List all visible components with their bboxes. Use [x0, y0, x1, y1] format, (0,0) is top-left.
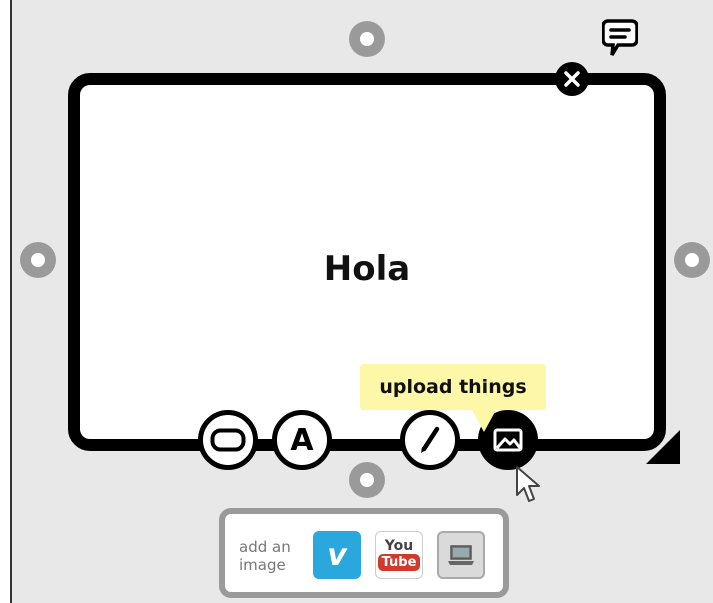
pen-tool-button[interactable] — [400, 410, 460, 470]
close-icon — [564, 71, 580, 87]
resize-handle-top[interactable] — [349, 21, 385, 57]
add-image-label: add an image — [239, 538, 291, 574]
close-button[interactable] — [555, 62, 589, 96]
shape-tool-button[interactable] — [198, 410, 258, 470]
resize-corner-icon[interactable] — [646, 430, 680, 464]
laptop-icon — [448, 545, 474, 565]
tooltip-text: upload things — [379, 376, 527, 398]
resize-handle-right[interactable] — [674, 242, 710, 278]
youtube-button[interactable]: You Tube — [375, 531, 423, 579]
comment-icon[interactable] — [601, 18, 639, 64]
pen-icon — [421, 426, 440, 453]
vimeo-icon: v — [327, 537, 347, 573]
image-icon — [493, 428, 523, 452]
shape-icon — [210, 428, 246, 452]
vimeo-button[interactable]: v — [313, 531, 361, 579]
resize-handle-left[interactable] — [20, 242, 56, 278]
youtube-icon-top: You — [384, 538, 414, 554]
text-icon: A — [290, 422, 314, 458]
youtube-icon-bottom: Tube — [377, 554, 421, 571]
upload-tooltip: upload things — [360, 364, 546, 432]
cursor-icon — [515, 465, 543, 509]
resize-handle-bottom[interactable] — [349, 462, 385, 498]
add-image-panel: add an image v You Tube — [219, 508, 509, 598]
upload-from-computer-button[interactable] — [437, 531, 485, 579]
text-tool-button[interactable]: A — [272, 410, 332, 470]
card-text[interactable]: Hola — [80, 249, 654, 289]
